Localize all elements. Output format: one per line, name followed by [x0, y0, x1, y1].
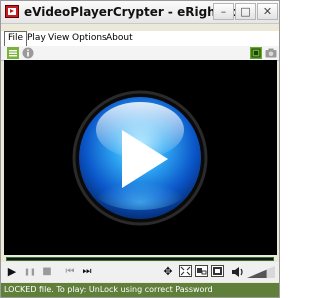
status-bar: LOCKED file. To play: UnLock using corre…: [1, 283, 279, 297]
snapshot-icon[interactable]: [250, 47, 262, 59]
volume-icon[interactable]: [231, 265, 245, 279]
play-orb-icon[interactable]: [4, 60, 277, 255]
minimize-button[interactable]: –: [213, 3, 234, 20]
volume-slider[interactable]: [247, 266, 275, 278]
list-icon[interactable]: [7, 47, 19, 59]
info-icon[interactable]: [22, 47, 34, 59]
title-bar[interactable]: eVideoPlayerCrypter - eRightSoft – □ ✕: [1, 1, 279, 24]
menu-about[interactable]: About: [103, 31, 136, 46]
fit-window-icon[interactable]: [179, 265, 192, 277]
maximize-button[interactable]: □: [235, 3, 256, 20]
close-button[interactable]: ✕: [257, 3, 278, 20]
menu-bar: File Play View Options About: [1, 31, 279, 47]
stop-button[interactable]: ■: [40, 265, 54, 279]
toolbar: [1, 46, 279, 61]
video-area[interactable]: [4, 60, 277, 255]
player-controls: ▶ ❚❚ ■ ⏮ ⏭ ✥: [1, 262, 279, 282]
previous-button[interactable]: ⏮: [63, 265, 77, 279]
pause-button[interactable]: ❚❚: [23, 265, 37, 279]
seek-bar[interactable]: [6, 257, 274, 261]
app-logo-icon: [5, 5, 19, 18]
move-icon[interactable]: ✥: [161, 265, 175, 279]
half-size-icon[interactable]: [195, 265, 208, 277]
full-size-icon[interactable]: [211, 265, 224, 277]
app-window: eVideoPlayerCrypter - eRightSoft – □ ✕ F…: [0, 0, 280, 298]
next-button[interactable]: ⏭: [80, 265, 94, 279]
camera-icon[interactable]: [265, 47, 277, 59]
play-button[interactable]: ▶: [5, 265, 19, 279]
